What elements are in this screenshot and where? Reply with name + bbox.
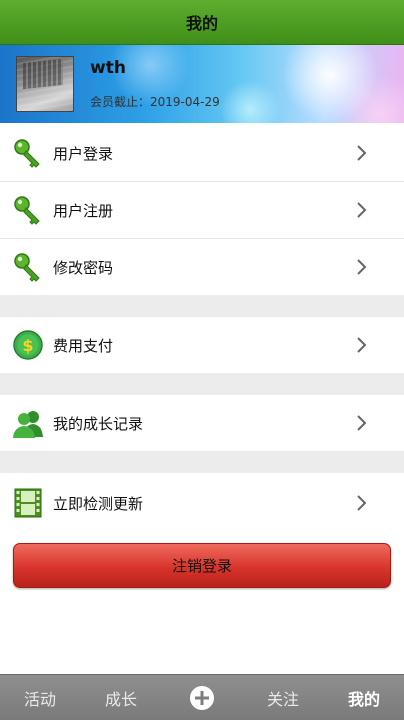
tab-growth[interactable]: 成长: [81, 675, 161, 720]
menu-item-register[interactable]: 用户注册: [0, 182, 404, 238]
section-spacer: [0, 373, 404, 395]
menu-label-login: 用户登录: [53, 144, 114, 163]
tab-activity[interactable]: 活动: [0, 675, 80, 720]
menu-label-payment: 费用支付: [53, 336, 114, 355]
logout-button[interactable]: 注销登录: [13, 543, 391, 588]
bottom-tab-bar: 活动 成长 关注 我的: [0, 674, 404, 720]
chevron-right-icon: [357, 145, 367, 161]
users-icon: [13, 411, 43, 438]
plus-circle-icon: [195, 691, 209, 705]
chevron-right-icon: [357, 202, 367, 218]
membership-expiry: 会员截止：2019-04-29: [90, 95, 220, 109]
svg-text:$: $: [22, 336, 33, 355]
page-title: 我的: [185, 14, 218, 33]
title-bar: 我的: [0, 0, 404, 45]
menu-item-login[interactable]: 用户登录: [0, 125, 404, 181]
menu-label-change-password: 修改密码: [53, 258, 114, 277]
key-icon: [14, 253, 40, 282]
film-strip-icon: [14, 488, 42, 518]
menu-item-change-password[interactable]: 修改密码: [0, 239, 404, 295]
menu-label-register: 用户注册: [53, 201, 114, 220]
chevron-right-icon: [357, 337, 367, 353]
menu-item-growth-records[interactable]: 我的成长记录: [0, 395, 404, 451]
menu-label-check-update: 立即检测更新: [53, 494, 144, 513]
profile-banner[interactable]: [0, 45, 404, 123]
menu-item-payment[interactable]: $ 费用支付: [0, 317, 404, 373]
menu-item-check-update[interactable]: 立即检测更新: [0, 475, 404, 531]
dollar-coin-icon: $: [13, 330, 43, 360]
avatar[interactable]: [16, 56, 74, 112]
add-button[interactable]: [190, 686, 214, 710]
chevron-right-icon: [357, 259, 367, 275]
section-spacer: [0, 295, 404, 317]
chevron-right-icon: [357, 495, 367, 511]
menu-label-growth-records: 我的成长记录: [53, 414, 144, 433]
chevron-right-icon: [357, 415, 367, 431]
tab-follow[interactable]: 关注: [243, 675, 323, 720]
username: wth: [90, 58, 126, 78]
key-icon: [14, 196, 40, 225]
tab-mine[interactable]: 我的: [324, 675, 404, 720]
section-spacer: [0, 451, 404, 473]
key-icon: [14, 139, 40, 168]
